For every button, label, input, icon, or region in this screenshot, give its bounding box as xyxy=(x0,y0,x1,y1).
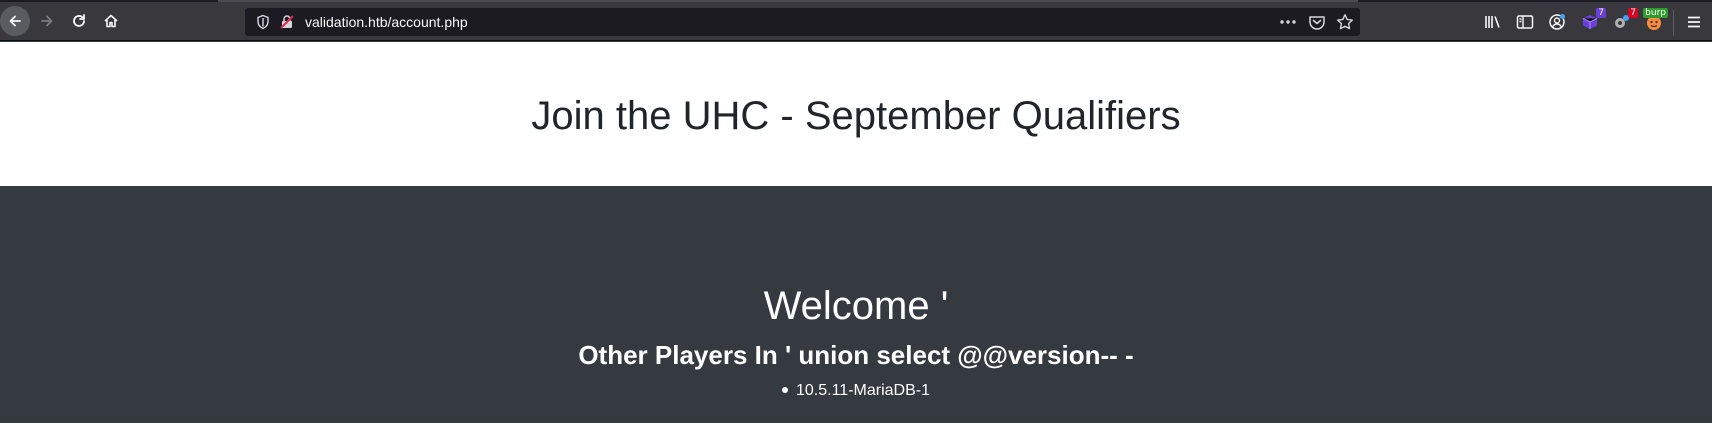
library-icon xyxy=(1485,16,1500,28)
account-section: Welcome ' Other Players In ' union selec… xyxy=(0,186,1712,423)
page-header: Join the UHC - September Qualifiers xyxy=(0,42,1712,186)
hamburger-menu-icon xyxy=(1688,16,1700,28)
back-arrow-icon xyxy=(0,6,30,36)
library-button[interactable] xyxy=(1483,12,1503,32)
back-button[interactable] xyxy=(0,6,30,36)
account-icon xyxy=(1549,14,1565,30)
sidebar-button[interactable] xyxy=(1515,12,1535,32)
sidebar-icon xyxy=(1516,15,1534,29)
players-list: 10.5.11-MariaDB-1 xyxy=(0,381,1712,401)
extension-purple-badge: 7 xyxy=(1596,8,1606,18)
player-name: 10.5.11-MariaDB-1 xyxy=(796,382,930,399)
burp-badge: burp xyxy=(1643,8,1668,18)
bullet-icon xyxy=(782,386,788,393)
home-button[interactable] xyxy=(96,6,126,36)
reload-icon xyxy=(73,14,85,27)
players-heading: Other Players In ' union select @@versio… xyxy=(578,340,1134,370)
extension-red-button[interactable]: 7 xyxy=(1612,8,1638,32)
extension-red-badge: 7 xyxy=(1628,8,1638,18)
welcome-heading: Welcome ' xyxy=(763,284,949,328)
burp-extension-button[interactable]: burp xyxy=(1643,8,1668,32)
extension-purple-button[interactable]: 7 xyxy=(1580,8,1606,32)
menu-button[interactable] xyxy=(1684,12,1704,32)
pocket-icon[interactable] xyxy=(1308,14,1326,30)
account-button[interactable] xyxy=(1547,12,1567,32)
page-title: Join the UHC - September Qualifiers xyxy=(531,94,1181,138)
address-bar[interactable]: validation.htb/account.php xyxy=(245,8,1360,36)
toolbar-separator xyxy=(1673,10,1674,36)
home-icon xyxy=(104,14,118,28)
list-item: 10.5.11-MariaDB-1 xyxy=(782,381,930,401)
reload-button[interactable] xyxy=(64,6,94,36)
url-text[interactable]: validation.htb/account.php xyxy=(305,14,468,30)
insecure-lock-icon[interactable] xyxy=(279,14,295,30)
forward-arrow-icon xyxy=(41,15,53,27)
browser-toolbar: validation.htb/account.php 7 7 burp xyxy=(0,2,1712,41)
bookmark-star-icon[interactable] xyxy=(1336,13,1354,31)
page-actions-more-icon[interactable] xyxy=(1278,14,1298,30)
forward-button[interactable] xyxy=(32,6,62,36)
tracking-protection-shield-icon[interactable] xyxy=(255,14,271,30)
